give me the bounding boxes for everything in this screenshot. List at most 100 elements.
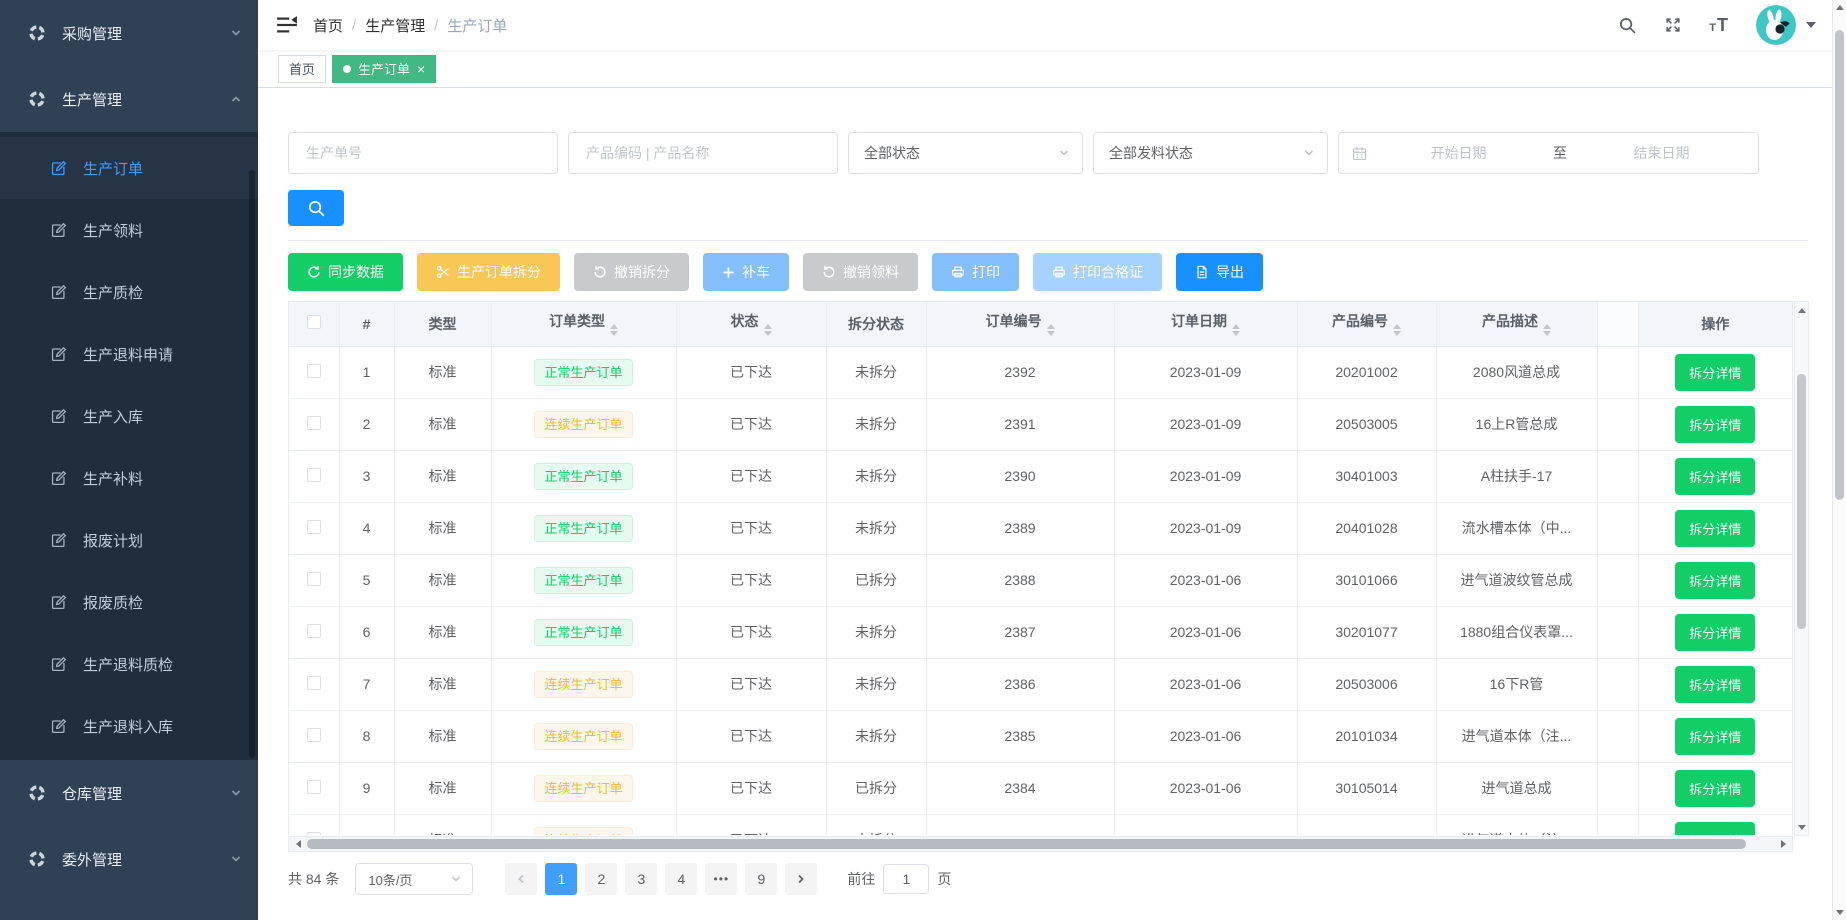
breadcrumb-item[interactable]: 生产管理: [365, 15, 425, 36]
split-detail-button[interactable]: 拆分详情: [1675, 822, 1755, 836]
scroll-left-arrow[interactable]: [291, 837, 305, 851]
end-date-placeholder[interactable]: 结束日期: [1577, 143, 1746, 163]
page-scrollbar-thumb[interactable]: [1835, 30, 1844, 500]
page-scroll-down-arrow[interactable]: [1833, 910, 1846, 915]
sort-caret-icon[interactable]: [1543, 324, 1551, 336]
sort-caret-icon[interactable]: [1232, 324, 1240, 336]
sort-descending-icon[interactable]: [764, 331, 772, 336]
split-detail-button[interactable]: 拆分详情: [1675, 510, 1755, 547]
export-button[interactable]: 导出: [1176, 253, 1263, 291]
sidebar-item-production-inbound[interactable]: 生产入库: [0, 385, 258, 447]
breadcrumb-item[interactable]: 首页: [313, 15, 343, 36]
date-range-picker[interactable]: 开始日期 至 结束日期: [1338, 132, 1759, 174]
sort-ascending-icon[interactable]: [1543, 324, 1551, 329]
sidebar-item-production-picking[interactable]: 生产领料: [0, 199, 258, 261]
scroll-down-arrow[interactable]: [1795, 820, 1808, 834]
print-certificate-button[interactable]: 打印合格证: [1033, 253, 1162, 291]
column-header-product-no[interactable]: 产品编号: [1297, 302, 1436, 346]
column-header-order-type[interactable]: 订单类型: [491, 302, 676, 346]
hamburger-icon[interactable]: [258, 14, 313, 36]
page-button[interactable]: 1: [545, 863, 577, 895]
split-detail-button[interactable]: 拆分详情: [1675, 354, 1755, 391]
sort-ascending-icon[interactable]: [764, 324, 772, 329]
sync-data-button[interactable]: 同步数据: [288, 253, 403, 291]
page-button[interactable]: 3: [625, 863, 657, 895]
split-detail-button[interactable]: 拆分详情: [1675, 666, 1755, 703]
sort-descending-icon[interactable]: [1232, 331, 1240, 336]
search-icon[interactable]: [1618, 16, 1637, 35]
product-code-name-field[interactable]: [568, 132, 838, 174]
sort-caret-icon[interactable]: [1393, 324, 1401, 336]
sort-caret-icon[interactable]: [1047, 324, 1055, 336]
sort-descending-icon[interactable]: [1543, 331, 1551, 336]
close-icon[interactable]: ×: [417, 62, 425, 76]
sort-ascending-icon[interactable]: [1232, 324, 1240, 329]
production-order-no-field[interactable]: [288, 132, 558, 174]
row-checkbox[interactable]: [307, 364, 321, 378]
sidebar-item-production-replenish[interactable]: 生产补料: [0, 447, 258, 509]
horizontal-scrollbar-thumb[interactable]: [307, 839, 1746, 849]
sort-caret-icon[interactable]: [764, 324, 772, 336]
column-header-status[interactable]: 状态: [676, 302, 826, 346]
page-scrollbar[interactable]: [1832, 0, 1846, 920]
page-button[interactable]: 9: [745, 863, 777, 895]
more-pages-icon[interactable]: •••: [705, 863, 737, 895]
next-page-button[interactable]: [785, 863, 817, 895]
column-header-order-date[interactable]: 订单日期: [1114, 302, 1297, 346]
page-size-select[interactable]: 10条/页: [355, 863, 473, 895]
status-select[interactable]: 全部状态: [848, 132, 1083, 174]
page-scroll-up-arrow[interactable]: [1833, 5, 1846, 10]
tab-production-order[interactable]: 生产订单×: [332, 55, 436, 83]
column-header-order-no[interactable]: 订单编号: [926, 302, 1114, 346]
row-checkbox[interactable]: [307, 728, 321, 742]
issue-status-select[interactable]: 全部发料状态: [1093, 132, 1328, 174]
sort-caret-icon[interactable]: [610, 324, 618, 336]
sidebar-item-scrap-qc[interactable]: 报废质检: [0, 571, 258, 633]
font-size-icon[interactable]: TT: [1709, 16, 1729, 34]
split-detail-button[interactable]: 拆分详情: [1675, 562, 1755, 599]
sort-ascending-icon[interactable]: [1047, 324, 1055, 329]
sort-ascending-icon[interactable]: [610, 324, 618, 329]
row-checkbox[interactable]: [307, 468, 321, 482]
row-checkbox[interactable]: [307, 416, 321, 430]
sidebar-item-scrap-plan[interactable]: 报废计划: [0, 509, 258, 571]
split-detail-button[interactable]: 拆分详情: [1675, 718, 1755, 755]
search-button[interactable]: [288, 190, 344, 226]
split-detail-button[interactable]: 拆分详情: [1675, 458, 1755, 495]
row-checkbox[interactable]: [307, 624, 321, 638]
row-checkbox[interactable]: [307, 572, 321, 586]
sidebar-item-purchase-management[interactable]: 采购管理: [0, 0, 258, 66]
user-menu[interactable]: [1756, 5, 1816, 45]
table-vertical-scrollbar[interactable]: [1794, 301, 1809, 836]
split-detail-button[interactable]: 拆分详情: [1675, 614, 1755, 651]
sidebar-item-warehouse-management[interactable]: 仓库管理: [0, 760, 258, 826]
sidebar-item-production-return-request[interactable]: 生产退料申请: [0, 323, 258, 385]
fullscreen-icon[interactable]: [1664, 16, 1682, 34]
sidebar-item-production-qc[interactable]: 生产质检: [0, 261, 258, 323]
row-checkbox[interactable]: [307, 520, 321, 534]
row-checkbox[interactable]: [307, 676, 321, 690]
sidebar-scrollbar-thumb[interactable]: [249, 170, 255, 758]
table-horizontal-scrollbar[interactable]: [288, 836, 1793, 852]
goto-page-input[interactable]: [883, 864, 929, 894]
sidebar-item-production-return-qc[interactable]: 生产退料质检: [0, 633, 258, 695]
split-production-order-button[interactable]: 生产订单拆分: [417, 253, 560, 291]
page-button[interactable]: 4: [665, 863, 697, 895]
previous-page-button[interactable]: [505, 863, 537, 895]
sort-ascending-icon[interactable]: [1393, 324, 1401, 329]
sort-descending-icon[interactable]: [1393, 331, 1401, 336]
row-checkbox[interactable]: [307, 832, 321, 836]
undo-split-button[interactable]: 撤销拆分: [574, 253, 689, 291]
sort-descending-icon[interactable]: [610, 331, 618, 336]
undo-picking-button[interactable]: 撤销领料: [803, 253, 918, 291]
sort-descending-icon[interactable]: [1047, 331, 1055, 336]
avatar[interactable]: [1756, 5, 1796, 45]
sidebar-item-outsourcing-management[interactable]: 委外管理: [0, 826, 258, 892]
scroll-up-arrow[interactable]: [1795, 303, 1808, 317]
column-header-product-desc[interactable]: 产品描述: [1436, 302, 1597, 346]
product-code-name-input[interactable]: [571, 145, 835, 161]
split-detail-button[interactable]: 拆分详情: [1675, 406, 1755, 443]
tab-home[interactable]: 首页: [278, 55, 326, 83]
start-date-placeholder[interactable]: 开始日期: [1374, 143, 1543, 163]
print-button[interactable]: 打印: [932, 253, 1019, 291]
